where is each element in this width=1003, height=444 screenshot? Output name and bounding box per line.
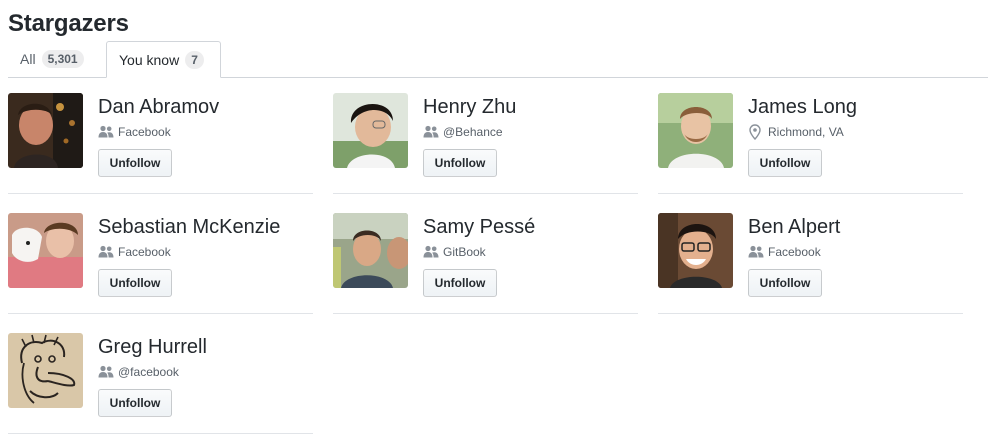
tab-counter: 5,301 [41,50,84,68]
organization-icon [98,365,114,379]
stargazer-name[interactable]: Ben Alpert [748,215,840,239]
stargazer-name[interactable]: Sebastian McKenzie [98,215,280,239]
stargazer-location: Richmond, VA [768,125,844,139]
stargazer-company: @Behance [443,125,503,139]
tab-all[interactable]: All 5,301 [8,41,104,77]
tab-bar: All 5,301 You know 7 [8,41,988,78]
avatar[interactable] [333,213,408,288]
tab-counter: 7 [185,50,204,69]
organization-icon [98,125,114,139]
organization-icon [423,245,439,259]
stargazer-company: Facebook [118,125,171,139]
avatar[interactable] [333,93,408,168]
location-icon [748,125,764,139]
stargazer-name[interactable]: Henry Zhu [423,95,516,119]
stargazer-meta: GitBook [423,244,486,260]
stargazer-meta: @facebook [98,364,179,380]
stargazer-company: Facebook [768,245,821,259]
stargazer-meta: Richmond, VA [748,124,844,140]
unfollow-button[interactable]: Unfollow [98,269,172,297]
stargazer-meta: Facebook [98,124,171,140]
avatar[interactable] [8,213,83,288]
stargazer-card-henry-zhu: Henry Zhu @Behance Unfollow [333,93,638,194]
unfollow-button[interactable]: Unfollow [748,149,822,177]
organization-icon [423,125,439,139]
avatar[interactable] [658,93,733,168]
stargazer-meta: Facebook [748,244,821,260]
stargazer-company: GitBook [443,245,486,259]
stargazer-card-dan-abramov: Dan Abramov Facebook Unfollow [8,93,313,194]
unfollow-button[interactable]: Unfollow [98,149,172,177]
stargazer-card-samy-pesse: Samy Pessé GitBook Unfollow [333,213,638,314]
stargazer-company: Facebook [118,245,171,259]
unfollow-button[interactable]: Unfollow [748,269,822,297]
unfollow-button[interactable]: Unfollow [98,389,172,417]
stargazer-card-greg-hurrell: Greg Hurrell @facebook Unfollow [8,333,313,434]
avatar[interactable] [658,213,733,288]
organization-icon [748,245,764,259]
tab-label: You know [119,51,180,68]
avatar[interactable] [8,93,83,168]
stargazer-name[interactable]: Dan Abramov [98,95,219,119]
organization-icon [98,245,114,259]
stargazer-card-sebastian-mckenzie: Sebastian McKenzie Facebook Unfollow [8,213,313,314]
tab-label: All [20,51,36,67]
unfollow-button[interactable]: Unfollow [423,149,497,177]
unfollow-button[interactable]: Unfollow [423,269,497,297]
stargazer-name[interactable]: James Long [748,95,857,119]
stargazer-name[interactable]: Samy Pessé [423,215,535,239]
avatar[interactable] [8,333,83,408]
stargazer-card-james-long: James Long Richmond, VA Unfollow [658,93,963,194]
page-title: Stargazers [8,10,129,37]
stargazer-card-ben-alpert: Ben Alpert Facebook Unfollow [658,213,963,314]
stargazer-name[interactable]: Greg Hurrell [98,335,207,359]
tab-you-know[interactable]: You know 7 [106,41,221,78]
stargazer-meta: Facebook [98,244,171,260]
stargazer-meta: @Behance [423,124,503,140]
stargazer-company: @facebook [118,365,179,379]
